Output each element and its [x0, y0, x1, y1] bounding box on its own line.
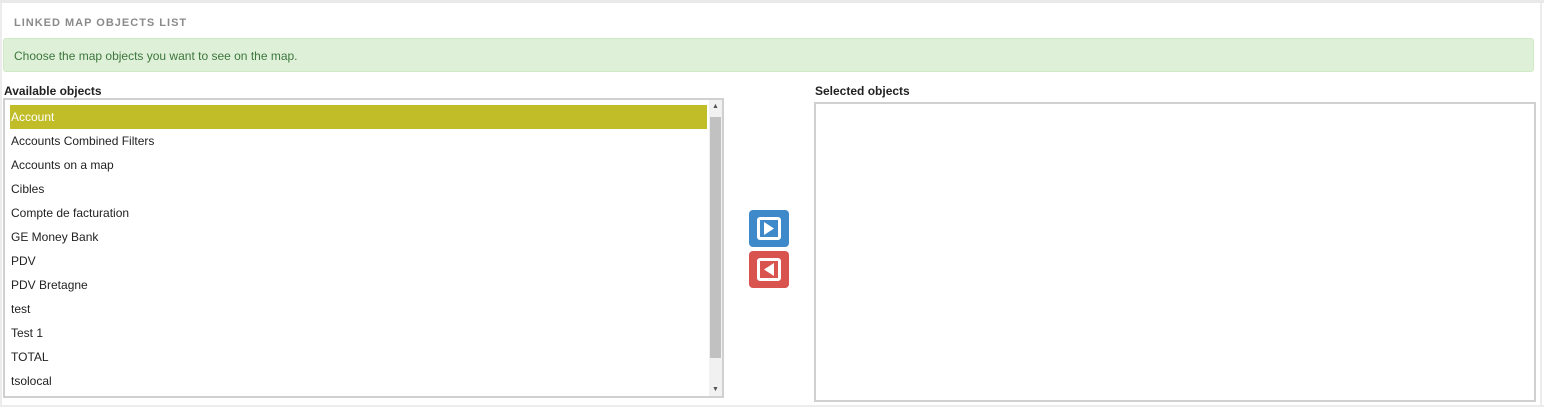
- list-item[interactable]: Accounts on a map: [10, 153, 707, 177]
- panel-border-bottom: [0, 405, 1544, 407]
- list-item[interactable]: test: [10, 297, 707, 321]
- list-item[interactable]: Compte de facturation: [10, 201, 707, 225]
- selected-objects-label: Selected objects: [815, 84, 910, 98]
- list-item[interactable]: PDV Bretagne: [10, 273, 707, 297]
- info-alert: Choose the map objects you want to see o…: [3, 38, 1534, 72]
- panel-border-left: [0, 3, 2, 407]
- selected-objects-list[interactable]: [814, 102, 1536, 402]
- scroll-up-arrow-icon[interactable]: ▲: [709, 100, 722, 113]
- panel-border-right: [1540, 3, 1542, 407]
- available-objects-list[interactable]: Account Accounts Combined Filters Accounts…: [3, 98, 724, 398]
- info-alert-text: Choose the map objects you want to see o…: [14, 49, 298, 63]
- list-item[interactable]: PDV: [10, 249, 707, 273]
- list-item[interactable]: TOTAL: [10, 345, 707, 369]
- list-item[interactable]: Cibles: [10, 177, 707, 201]
- list-item[interactable]: Accounts Combined Filters: [10, 129, 707, 153]
- arrow-left-icon: [757, 258, 781, 281]
- add-to-selected-button[interactable]: [749, 210, 789, 247]
- remove-from-selected-button[interactable]: [749, 251, 789, 288]
- scroll-down-arrow-icon[interactable]: ▼: [709, 383, 722, 396]
- scroll-thumb[interactable]: [710, 117, 721, 358]
- arrow-right-icon: [757, 217, 781, 240]
- list-item[interactable]: Account: [10, 105, 707, 129]
- list-item[interactable]: Test 1: [10, 321, 707, 345]
- available-objects-label: Available objects: [4, 84, 102, 98]
- available-options: Account Accounts Combined Filters Accounts…: [10, 105, 707, 393]
- list-scrollbar[interactable]: ▲ ▼: [709, 100, 722, 396]
- top-divider: [0, 0, 1544, 3]
- section-title: LINKED MAP OBJECTS LIST: [14, 17, 188, 29]
- list-item[interactable]: tsolocal: [10, 369, 707, 393]
- list-item[interactable]: GE Money Bank: [10, 225, 707, 249]
